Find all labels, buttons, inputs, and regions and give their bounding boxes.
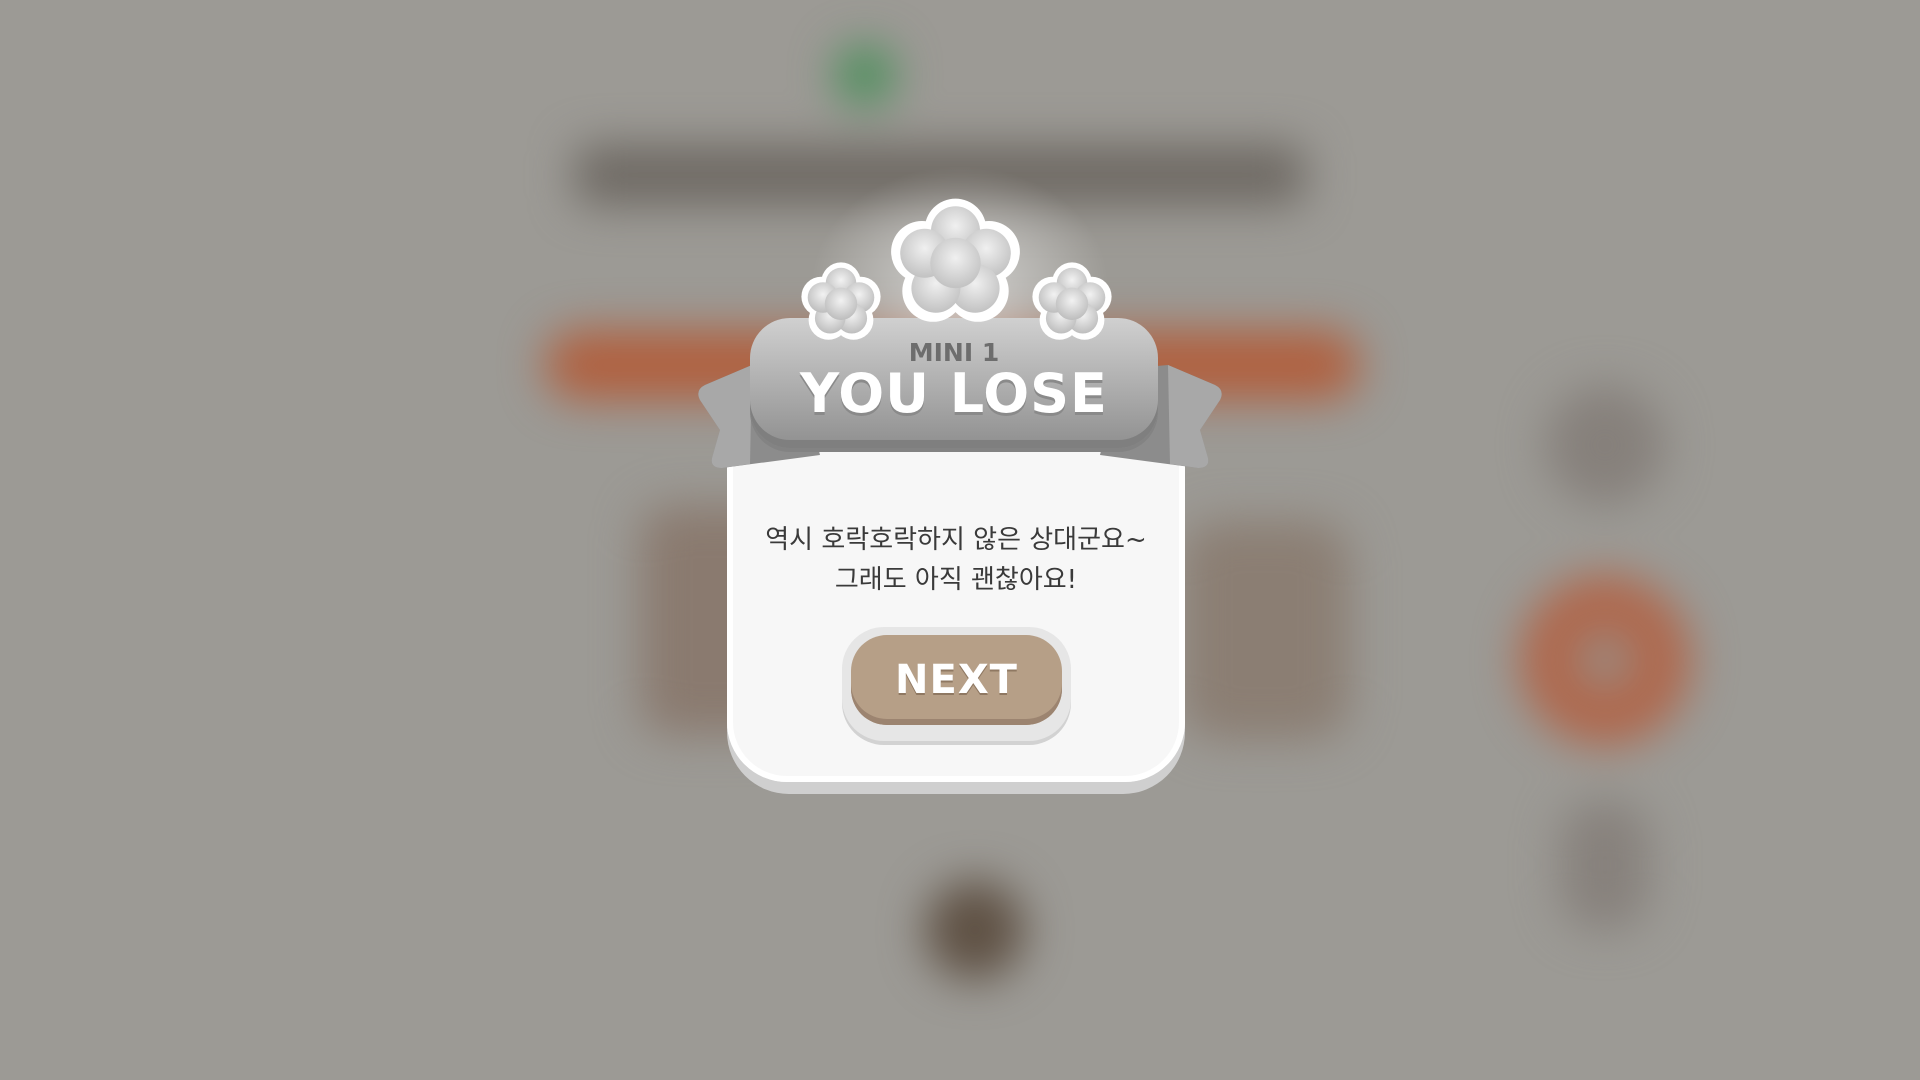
bg-green-indicator bbox=[835, 45, 895, 105]
next-button[interactable]: NEXT bbox=[851, 635, 1062, 725]
result-title: YOU LOSE bbox=[800, 362, 1108, 425]
next-button-frame: NEXT bbox=[842, 627, 1071, 741]
result-message-line2: 그래도 아직 괜찮아요! bbox=[834, 565, 1078, 595]
bg-round-button bbox=[925, 880, 1025, 980]
bg-side-button-1 bbox=[1545, 385, 1665, 505]
ribbon-tail-right-highlight bbox=[1168, 365, 1222, 468]
ribbon-tail-left-highlight bbox=[698, 365, 752, 468]
result-message-line1: 역시 호락호락하지 않은 상대군요~ bbox=[765, 525, 1147, 555]
clover-icon-left bbox=[801, 262, 881, 340]
clover-icon-right bbox=[1032, 262, 1112, 340]
bg-character-right bbox=[1180, 520, 1350, 740]
bg-side-button-2 bbox=[1520, 575, 1690, 745]
bg-side-button-3 bbox=[1560, 800, 1650, 930]
clover-icon-center bbox=[891, 198, 1020, 322]
